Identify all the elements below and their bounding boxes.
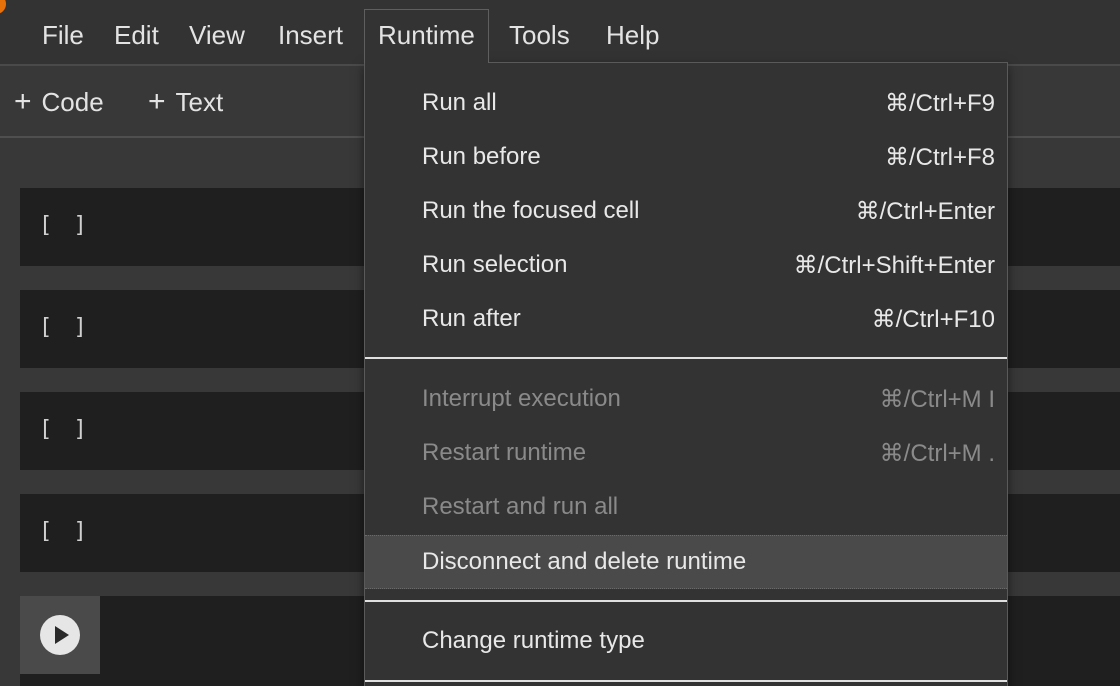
menu-item-shortcut: ⌘/Ctrl+Shift+Enter (793, 252, 995, 279)
menu-item-run-selection[interactable]: Run selection ⌘/Ctrl+Shift+Enter (365, 239, 1007, 293)
menu-item-label: Run all (422, 89, 497, 116)
colab-window: File Edit View Insert Runtime Tools Help… (0, 0, 1120, 686)
runtime-menu-dropdown: Run all ⌘/Ctrl+F9 Run before ⌘/Ctrl+F8 R… (364, 62, 1008, 686)
plus-icon: + (148, 85, 166, 118)
menu-item-label: Interrupt execution (422, 385, 621, 412)
menu-item-shortcut: ⌘/Ctrl+Enter (855, 198, 995, 225)
menu-insert[interactable]: Insert (265, 12, 356, 58)
menu-item-restart-and-run-all: Restart and run all (365, 481, 1007, 535)
menu-item-disconnect-and-delete-runtime[interactable]: Disconnect and delete runtime (365, 535, 1007, 589)
menu-edit[interactable]: Edit (101, 12, 172, 58)
cell-run-gutter (20, 596, 100, 674)
menu-runtime[interactable]: Runtime (364, 9, 489, 63)
cell-execution-count: [ ] (39, 417, 91, 442)
menu-divider (365, 600, 1007, 602)
menu-item-label: Run before (422, 143, 541, 170)
menu-item-label: Restart runtime (422, 439, 587, 466)
menu-item-label: Disconnect and delete runtime (422, 548, 747, 575)
menu-item-restart-runtime: Restart runtime ⌘/Ctrl+M . (365, 427, 1007, 481)
menu-view[interactable]: View (176, 12, 258, 58)
menu-item-label: Run after (422, 305, 521, 332)
menu-divider (365, 357, 1007, 359)
colab-logo-icon (0, 0, 6, 14)
menubar: File Edit View Insert Runtime Tools Help (0, 0, 1120, 66)
menu-item-shortcut: ⌘/Ctrl+F9 (884, 90, 995, 117)
play-icon[interactable] (40, 615, 80, 655)
add-text-label: Text (175, 87, 224, 117)
menu-tools[interactable]: Tools (496, 12, 583, 58)
menu-item-label: Change runtime type (422, 627, 645, 654)
cell-execution-count: [ ] (39, 519, 91, 544)
menu-item-run-focused-cell[interactable]: Run the focused cell ⌘/Ctrl+Enter (365, 185, 1007, 239)
add-code-button[interactable]: + Code (14, 82, 104, 122)
menu-item-shortcut: ⌘/Ctrl+M I (879, 386, 995, 413)
plus-icon: + (14, 85, 32, 118)
add-code-label: Code (41, 87, 104, 117)
add-text-button[interactable]: + Text (148, 82, 223, 122)
menu-item-label: Restart and run all (422, 493, 619, 520)
menu-divider (365, 680, 1007, 682)
menu-item-run-after[interactable]: Run after ⌘/Ctrl+F10 (365, 293, 1007, 347)
cell-execution-count: [ ] (39, 213, 91, 238)
menu-item-shortcut: ⌘/Ctrl+F10 (871, 306, 995, 333)
menu-help[interactable]: Help (593, 12, 672, 58)
menu-item-interrupt-execution: Interrupt execution ⌘/Ctrl+M I (365, 373, 1007, 427)
cell-execution-count: [ ] (39, 315, 91, 340)
menu-item-shortcut: ⌘/Ctrl+F8 (884, 144, 995, 171)
menu-item-run-before[interactable]: Run before ⌘/Ctrl+F8 (365, 131, 1007, 185)
menu-item-label: Run the focused cell (422, 197, 640, 224)
menu-item-shortcut: ⌘/Ctrl+M . (879, 440, 995, 467)
menu-file[interactable]: File (29, 12, 97, 58)
menu-item-run-all[interactable]: Run all ⌘/Ctrl+F9 (365, 77, 1007, 131)
menu-item-label: Run selection (422, 251, 568, 278)
menu-item-change-runtime-type[interactable]: Change runtime type (365, 615, 1007, 669)
